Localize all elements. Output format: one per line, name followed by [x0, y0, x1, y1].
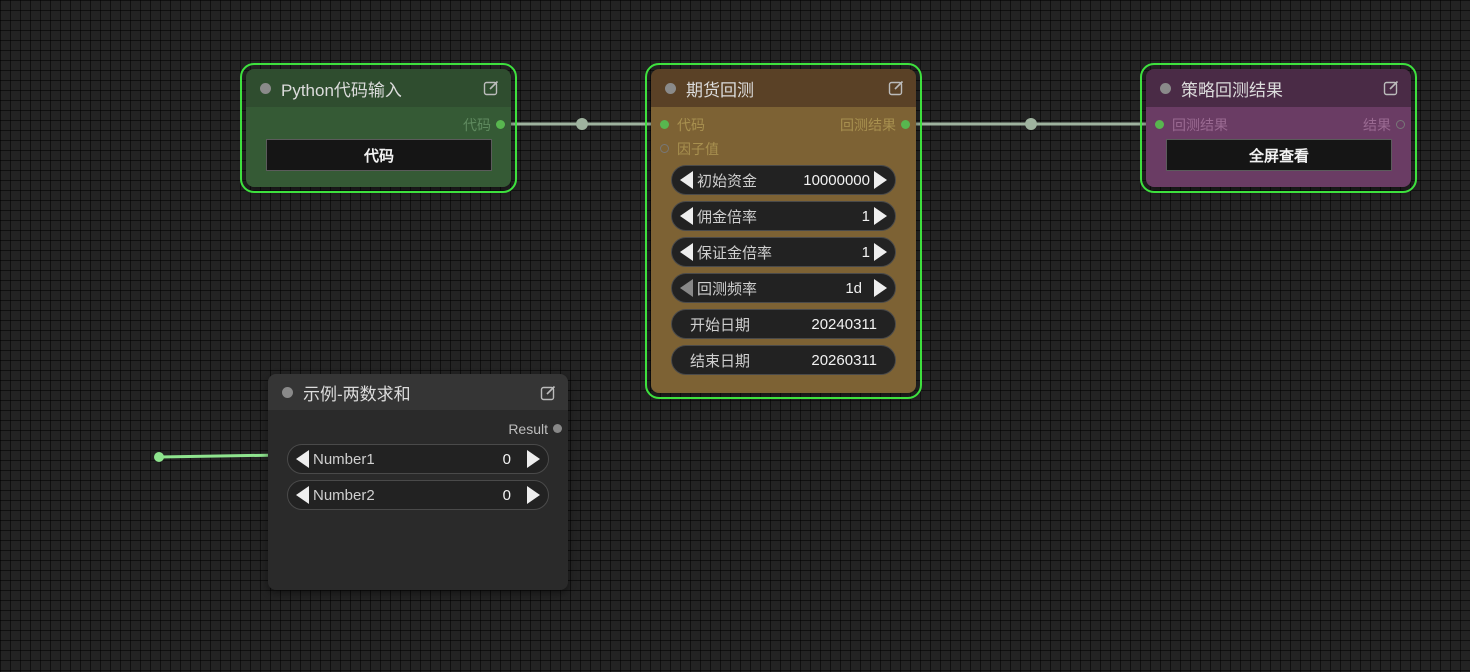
- output-pin[interactable]: [901, 120, 910, 129]
- triangle-right-icon[interactable]: [874, 207, 887, 225]
- node-body: Result Number1 0 Number2 0: [268, 410, 568, 590]
- triangle-left-icon[interactable]: [680, 207, 693, 225]
- triangle-right-icon[interactable]: [874, 171, 887, 189]
- triangle-left-icon[interactable]: [296, 450, 309, 468]
- node-body: 代码 代码: [246, 107, 511, 187]
- widget-value: 1: [861, 243, 870, 261]
- output-slot-code[interactable]: 代码: [405, 115, 505, 135]
- node-title-bar[interactable]: Python代码输入: [246, 69, 511, 107]
- link-midpoint[interactable]: [576, 118, 588, 130]
- output-slot-result[interactable]: 回测结果: [790, 115, 910, 135]
- edit-icon[interactable]: [483, 80, 499, 96]
- triangle-left-icon[interactable]: [296, 486, 309, 504]
- node-title-bar[interactable]: 期货回测: [651, 69, 916, 107]
- widget-value: 0: [502, 450, 511, 468]
- widget-label: Number1: [313, 450, 375, 468]
- node-title: 期货回测: [686, 80, 754, 100]
- widget-label: 开始日期: [690, 316, 751, 334]
- number-widget-initial-capital[interactable]: 初始资金 10000000: [671, 165, 896, 195]
- slot-label: 回测结果: [1172, 117, 1228, 133]
- node-body: 回测结果 结果 全屏查看: [1146, 107, 1411, 187]
- text-widget-start-date[interactable]: 开始日期 20240311: [671, 309, 896, 339]
- node-strategy-result[interactable]: 策略回测结果 回测结果 结果 全屏查看: [1140, 63, 1417, 193]
- node-title: Python代码输入: [281, 80, 402, 100]
- number-widget-number2[interactable]: Number2 0: [287, 480, 549, 510]
- input-slot-factor[interactable]: 因子值: [660, 139, 780, 159]
- edit-icon[interactable]: [1383, 80, 1399, 96]
- code-button[interactable]: 代码: [266, 139, 492, 171]
- widget-value: 20260311: [811, 351, 877, 369]
- widget-label: Number2: [313, 486, 375, 504]
- slot-label: 代码: [677, 117, 705, 133]
- output-slot-result[interactable]: Result: [462, 419, 562, 439]
- widget-label: 结束日期: [690, 352, 751, 370]
- widget-label: 保证金倍率: [697, 244, 773, 262]
- node-title-bar[interactable]: 示例-两数求和: [268, 374, 568, 410]
- slot-label: 因子值: [677, 141, 719, 157]
- edit-icon[interactable]: [540, 385, 556, 401]
- output-pin[interactable]: [1396, 120, 1405, 129]
- graph-canvas[interactable]: Python代码输入 代码 代码 期货回测 代码 因子值 回测结果 初始资金 1…: [0, 0, 1470, 672]
- widget-value: 20240311: [811, 315, 877, 333]
- slot-label: 结果: [1363, 117, 1391, 133]
- widget-label: 回测频率: [697, 280, 758, 298]
- dot-icon[interactable]: [1160, 82, 1171, 94]
- widget-value: 10000000: [803, 171, 870, 189]
- dot-icon[interactable]: [665, 82, 676, 94]
- node-body: 代码 因子值 回测结果 初始资金 10000000 佣金倍率 1 保证金倍率 1…: [651, 107, 916, 393]
- output-slot-result[interactable]: 结果: [1325, 115, 1405, 135]
- link-endpoint[interactable]: [154, 452, 164, 462]
- fullscreen-button[interactable]: 全屏查看: [1166, 139, 1392, 171]
- triangle-left-icon[interactable]: [680, 279, 693, 297]
- dot-icon[interactable]: [282, 386, 293, 398]
- node-python-input[interactable]: Python代码输入 代码 代码: [240, 63, 517, 193]
- dot-icon[interactable]: [260, 82, 271, 94]
- link-dragging[interactable]: [158, 453, 282, 459]
- edit-icon[interactable]: [888, 80, 904, 96]
- slot-label: Result: [508, 421, 548, 437]
- triangle-right-icon[interactable]: [527, 486, 540, 504]
- input-slot-code[interactable]: 代码: [660, 115, 780, 135]
- node-title-bar[interactable]: 策略回测结果: [1146, 69, 1411, 107]
- input-slot-result[interactable]: 回测结果: [1155, 115, 1275, 135]
- slot-label: 回测结果: [840, 117, 896, 133]
- node-sum-example[interactable]: 示例-两数求和 Result Number1 0 Number2 0: [268, 374, 568, 590]
- widget-value: 1d: [845, 279, 862, 297]
- widget-value: 0: [502, 486, 511, 504]
- node-title: 策略回测结果: [1181, 80, 1283, 100]
- number-widget-commission[interactable]: 佣金倍率 1: [671, 201, 896, 231]
- text-widget-end-date[interactable]: 结束日期 20260311: [671, 345, 896, 375]
- triangle-left-icon[interactable]: [680, 243, 693, 261]
- triangle-left-icon[interactable]: [680, 171, 693, 189]
- widget-label: 佣金倍率: [697, 208, 758, 226]
- triangle-right-icon[interactable]: [527, 450, 540, 468]
- output-pin[interactable]: [553, 424, 562, 433]
- number-widget-number1[interactable]: Number1 0: [287, 444, 549, 474]
- node-title: 示例-两数求和: [303, 384, 411, 404]
- slot-label: 代码: [463, 117, 491, 133]
- number-widget-margin[interactable]: 保证金倍率 1: [671, 237, 896, 267]
- input-pin[interactable]: [660, 120, 669, 129]
- widget-label: 初始资金: [697, 172, 758, 190]
- link-midpoint[interactable]: [1025, 118, 1037, 130]
- widget-value: 1: [861, 207, 870, 225]
- input-pin[interactable]: [1155, 120, 1164, 129]
- input-pin[interactable]: [660, 144, 669, 153]
- triangle-right-icon[interactable]: [874, 279, 887, 297]
- combo-widget-frequency[interactable]: 回测频率 1d: [671, 273, 896, 303]
- output-pin[interactable]: [496, 120, 505, 129]
- node-futures-backtest[interactable]: 期货回测 代码 因子值 回测结果 初始资金 10000000 佣金倍率 1 保证…: [645, 63, 922, 399]
- triangle-right-icon[interactable]: [874, 243, 887, 261]
